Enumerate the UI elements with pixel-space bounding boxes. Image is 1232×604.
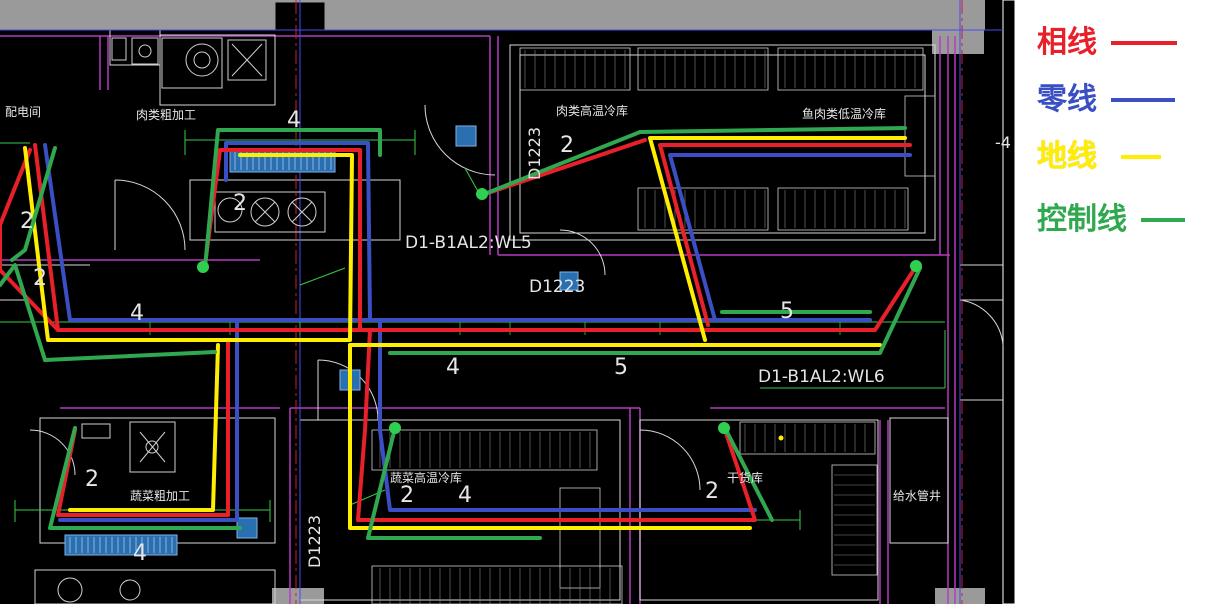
wire-count-veg-storage-4: 4 xyxy=(458,483,472,508)
top-wall-block xyxy=(0,0,985,30)
phase-wire-fish xyxy=(658,143,912,327)
wire-count-west-2a: 2 xyxy=(20,209,34,234)
legend-item-neutral: 零线 xyxy=(1037,85,1175,115)
wire-count-meat-proc-2: 2 xyxy=(233,191,247,216)
phase-wire-main xyxy=(33,143,362,332)
neutral-wire-fish xyxy=(668,153,912,322)
legend-item-phase: 相线 xyxy=(1037,28,1177,58)
door-tag-lower: D1223 xyxy=(305,515,324,568)
room-label-dry-storage: 干货库 xyxy=(727,470,763,485)
switch-node-east xyxy=(910,260,922,272)
earth-wire-main xyxy=(23,146,354,342)
circuit-label-wl5: D1-B1AL2:WL5 xyxy=(405,233,532,253)
legend-label-earth: 地线 xyxy=(1037,139,1097,174)
wire-legend: 相线 零线 地线 控制线 xyxy=(1015,0,1232,604)
room-label-meat-processing: 肉类粗加工 xyxy=(136,108,196,122)
earth-wire-fish xyxy=(648,136,907,342)
switch-node-meat-processing xyxy=(197,261,209,273)
door-tag-center: D1223 xyxy=(529,277,585,297)
wire-count-bottom-4: 4 xyxy=(133,541,147,566)
control-wire-bottom-west xyxy=(43,350,217,362)
room-label-distribution: 配电间 xyxy=(5,105,41,119)
legend-label-phase: 相线 xyxy=(1037,25,1097,60)
wire-count-west-2b: 2 xyxy=(33,266,47,291)
wire-count-veg-2: 2 xyxy=(85,467,99,492)
legend-swatch-phase xyxy=(1111,41,1177,45)
phase-wire-veg-storage xyxy=(356,328,757,522)
legend-label-neutral: 零线 xyxy=(1037,82,1097,117)
room-label-meat-high-temp: 肉类高温冷库 xyxy=(556,103,628,118)
wire-count-top-4: 4 xyxy=(287,108,301,133)
room-label-fish-low-temp: 鱼肉类低温冷库 xyxy=(802,106,886,121)
cad-drawing-canvas: 配电间 肉类粗加工 肉类高温冷库 鱼肉类低温冷库 蔬菜粗加工 蔬菜高温冷库 干货… xyxy=(0,0,1015,604)
legend-item-control: 控制线 xyxy=(1037,205,1185,235)
circuit-label-wl6: D1-B1AL2:WL6 xyxy=(758,367,885,387)
wire-count-veg-storage-2: 2 xyxy=(400,483,414,508)
room-label-water-pipe-well: 给水管井 xyxy=(893,488,941,503)
wire-count-dry-2: 2 xyxy=(705,479,719,504)
legend-swatch-control xyxy=(1141,218,1185,222)
right-edge-block xyxy=(1002,0,1015,604)
legend-label-control: 控制线 xyxy=(1037,202,1127,237)
wire-count-corridor-4: 4 xyxy=(446,355,460,380)
room-labels: 配电间 肉类粗加工 肉类高温冷库 鱼肉类低温冷库 蔬菜粗加工 蔬菜高温冷库 干货… xyxy=(5,103,941,503)
switch-node-meat-storage xyxy=(476,188,488,200)
yellow-dot-marker xyxy=(778,435,784,441)
legend-item-earth: 地线 xyxy=(1037,142,1161,172)
wire-count-meat-2: 2 xyxy=(560,133,574,158)
wire-count-corridor-5: 5 xyxy=(614,355,628,380)
screenshot-root: 配电间 肉类粗加工 肉类高温冷库 鱼肉类低温冷库 蔬菜粗加工 蔬菜高温冷库 干货… xyxy=(0,0,1232,604)
wire-count-main-4: 4 xyxy=(130,301,144,326)
door-tag-upper: D1223 xyxy=(525,127,544,180)
wire-count-fish-5: 5 xyxy=(780,299,794,324)
column-bottom-left xyxy=(272,588,324,604)
edge-text: -4 xyxy=(995,133,1011,152)
switch-node-dry-storage xyxy=(718,422,730,434)
legend-swatch-earth xyxy=(1121,155,1161,159)
room-label-vegetable-processing: 蔬菜粗加工 xyxy=(130,489,190,503)
legend-swatch-neutral xyxy=(1111,98,1175,102)
switch-node-veg-storage xyxy=(389,422,401,434)
